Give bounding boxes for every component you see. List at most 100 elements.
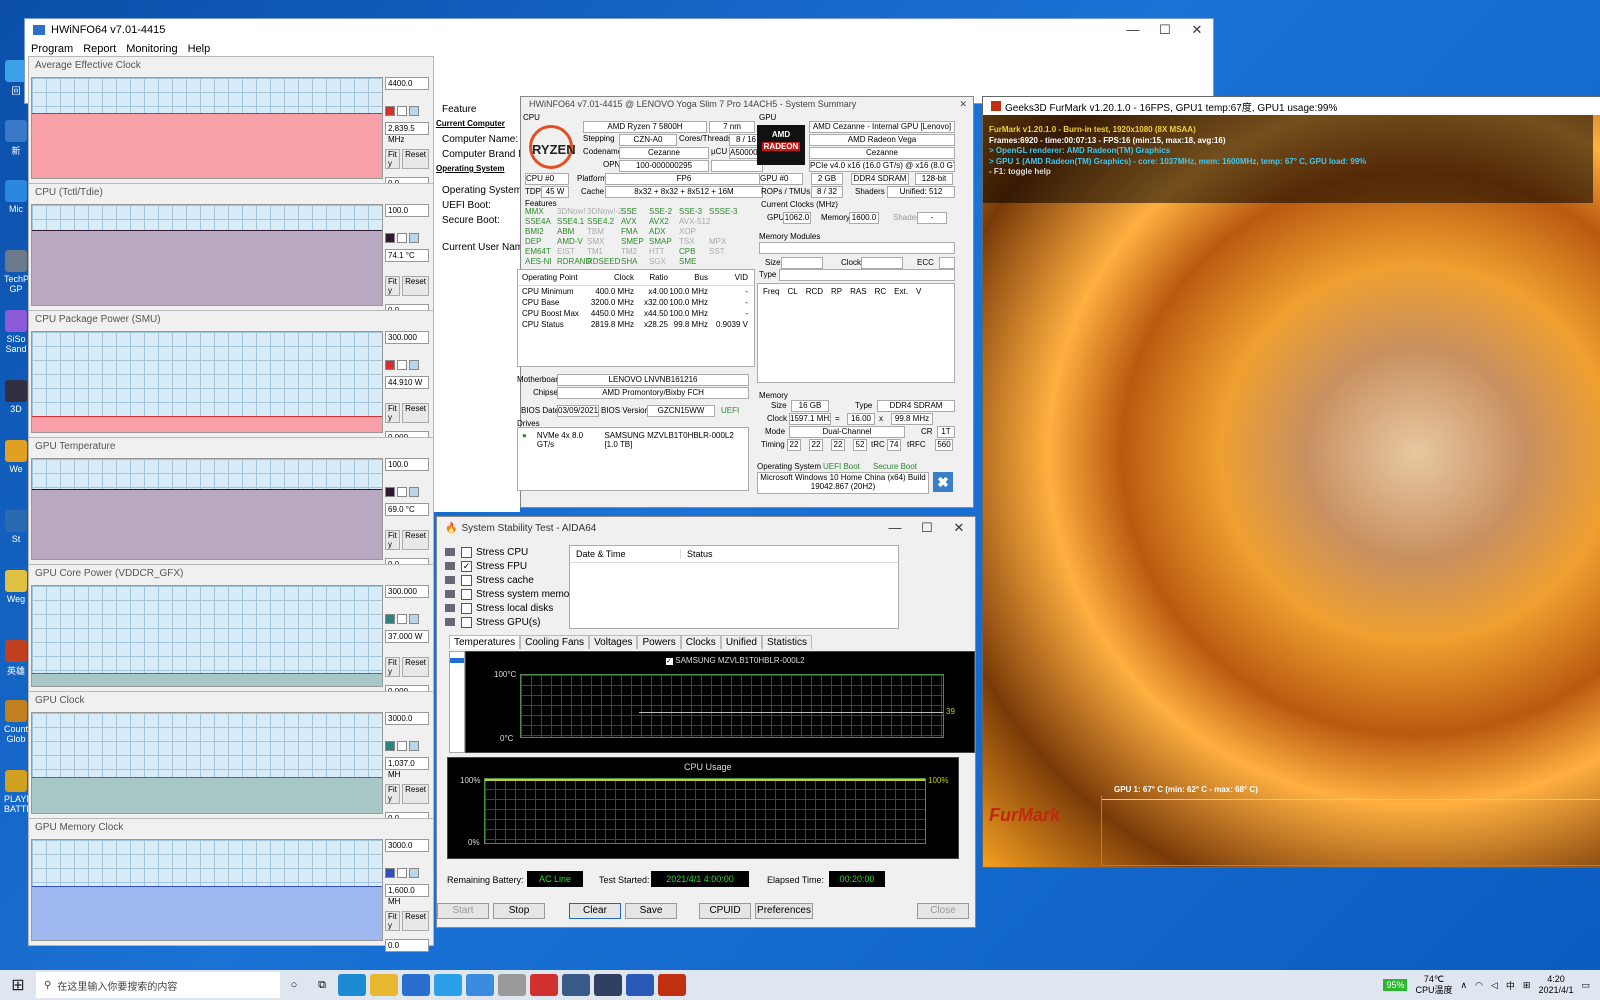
summary-close-icon[interactable]: ✕ xyxy=(959,99,973,110)
maximize-icon[interactable]: ☐ xyxy=(911,520,943,536)
edge-icon[interactable] xyxy=(338,974,366,996)
grid-color-swatch[interactable] xyxy=(409,487,419,497)
fit-y-button[interactable]: Fit y xyxy=(385,530,401,550)
bg-color-swatch[interactable] xyxy=(397,614,407,624)
minimize-icon[interactable]: — xyxy=(1117,22,1149,38)
sensor-max[interactable]: 3000.0 xyxy=(385,712,429,725)
tree-item[interactable]: Secure Boot: xyxy=(432,215,520,230)
desktop-icon[interactable]: We xyxy=(4,440,28,474)
col-date-time[interactable]: Date & Time xyxy=(570,549,681,559)
reset-button[interactable]: Reset xyxy=(402,276,429,296)
powershell-icon[interactable] xyxy=(626,974,654,996)
tree-item[interactable]: UEFI Boot: xyxy=(432,200,520,215)
app-g-icon[interactable] xyxy=(466,974,494,996)
bg-color-swatch[interactable] xyxy=(397,868,407,878)
series-color-swatch[interactable] xyxy=(385,614,395,624)
battery-tray[interactable]: 95% xyxy=(1383,979,1408,991)
stress-checkbox[interactable]: ✓ xyxy=(461,560,472,572)
reset-button[interactable]: Reset xyxy=(402,784,429,804)
tree-item[interactable]: Current User Name: xyxy=(432,242,531,257)
aida-tab[interactable]: Voltages xyxy=(589,635,638,649)
stress-option[interactable]: Stress GPU(s) xyxy=(445,615,578,629)
ime-indicator[interactable]: 中 xyxy=(1506,979,1515,992)
aida-tab[interactable]: Powers xyxy=(637,635,681,649)
close-icon[interactable]: ✕ xyxy=(1181,22,1213,38)
series-color-swatch[interactable] xyxy=(385,233,395,243)
aida-tab[interactable]: Unified xyxy=(720,635,762,649)
stop-button[interactable]: Stop xyxy=(493,903,545,919)
aida-tab[interactable]: Temperatures xyxy=(449,635,521,649)
grid-color-swatch[interactable] xyxy=(409,614,419,624)
temp-legend[interactable]: ✓ SAMSUNG MZVLB1T0HBLR-000L2 xyxy=(666,656,805,665)
hwinfo-taskbar-icon[interactable] xyxy=(562,974,590,996)
grid-color-swatch[interactable] xyxy=(409,106,419,116)
furmark-taskbar-icon[interactable] xyxy=(658,974,686,996)
series-color-swatch[interactable] xyxy=(385,360,395,370)
reset-button[interactable]: Reset xyxy=(402,530,429,550)
sensor-max[interactable]: 100.0 xyxy=(385,458,429,471)
clear-button[interactable]: Clear xyxy=(569,903,621,919)
reset-button[interactable]: Reset xyxy=(402,149,429,169)
desktop-icon[interactable]: 3D xyxy=(4,380,28,414)
fit-y-button[interactable]: Fit y xyxy=(385,276,401,296)
desktop-icon[interactable]: Weg xyxy=(4,570,28,604)
tree-item[interactable]: Operating System: xyxy=(432,185,525,200)
preferences-button[interactable]: Preferences xyxy=(755,903,813,919)
desktop-icon[interactable]: Mic xyxy=(4,180,28,214)
series-color-swatch[interactable] xyxy=(385,868,395,878)
maximize-icon[interactable]: ☐ xyxy=(1149,22,1181,38)
fit-y-button[interactable]: Fit y xyxy=(385,784,401,804)
tree-item[interactable]: Operating System xyxy=(432,164,520,179)
cortana-icon[interactable]: ○ xyxy=(280,979,308,991)
bg-color-swatch[interactable] xyxy=(397,741,407,751)
taskbar-search[interactable]: ⚲ 在这里输入你要搜索的内容 xyxy=(36,972,280,998)
monitor-taskbar-icon[interactable] xyxy=(594,974,622,996)
task-view-icon[interactable]: ⧉ xyxy=(308,979,336,992)
bg-color-swatch[interactable] xyxy=(397,487,407,497)
save-button[interactable]: Save xyxy=(625,903,677,919)
tree-item[interactable]: Current Computer xyxy=(432,119,520,134)
bg-color-swatch[interactable] xyxy=(397,233,407,243)
fit-y-button[interactable]: Fit y xyxy=(385,403,401,423)
start-button-icon[interactable]: ⊞ xyxy=(0,975,36,995)
fit-y-button[interactable]: Fit y xyxy=(385,911,401,931)
sensor-max[interactable]: 4400.0 xyxy=(385,77,429,90)
sensor-min[interactable]: 0.0 xyxy=(385,939,429,952)
bg-color-swatch[interactable] xyxy=(397,106,407,116)
cpu-select[interactable]: CPU #0 xyxy=(525,173,569,185)
stress-checkbox[interactable] xyxy=(461,602,472,614)
gpu-select[interactable]: GPU #0 xyxy=(759,173,803,185)
close-icon[interactable]: ✕ xyxy=(943,520,975,536)
reset-button[interactable]: Reset xyxy=(402,403,429,423)
stress-checkbox[interactable] xyxy=(461,616,472,628)
tree-item[interactable]: Computer Brand N xyxy=(432,149,525,164)
minimize-icon[interactable]: — xyxy=(879,520,911,536)
menu-program[interactable]: Program xyxy=(31,43,73,55)
grid-color-swatch[interactable] xyxy=(409,868,419,878)
col-status[interactable]: Status xyxy=(681,549,713,559)
modules-select[interactable] xyxy=(759,242,955,254)
legend-checkbox[interactable]: ✓ xyxy=(666,658,673,665)
start-button[interactable]: Start xyxy=(437,903,489,919)
sensor-max[interactable]: 100.0 xyxy=(385,204,429,217)
menu-help[interactable]: Help xyxy=(188,43,211,55)
keyboard-icon[interactable]: ⊞ xyxy=(1523,980,1531,991)
sensor-max[interactable]: 300.000 xyxy=(385,331,429,344)
explorer-icon[interactable] xyxy=(370,974,398,996)
series-color-swatch[interactable] xyxy=(385,106,395,116)
menu-report[interactable]: Report xyxy=(83,43,116,55)
stress-checkbox[interactable] xyxy=(461,574,472,586)
aida-tab[interactable]: Clocks xyxy=(680,635,721,649)
tree-item[interactable]: Feature xyxy=(432,104,520,119)
desktop-icon[interactable]: St xyxy=(4,510,28,544)
clock[interactable]: 4:20 2021/4/1 xyxy=(1538,974,1573,996)
mail-icon[interactable] xyxy=(402,974,430,996)
aida-tab[interactable]: Statistics xyxy=(761,635,812,649)
stress-checkbox[interactable] xyxy=(461,546,472,558)
stress-option[interactable]: Stress CPU xyxy=(445,545,578,559)
desktop-icon[interactable]: SiSo Sand xyxy=(4,310,28,354)
stress-option[interactable]: Stress system memory xyxy=(445,587,578,601)
reset-button[interactable]: Reset xyxy=(402,657,429,677)
browser-icon[interactable] xyxy=(434,974,462,996)
aida-tab[interactable]: Cooling Fans xyxy=(520,635,590,649)
